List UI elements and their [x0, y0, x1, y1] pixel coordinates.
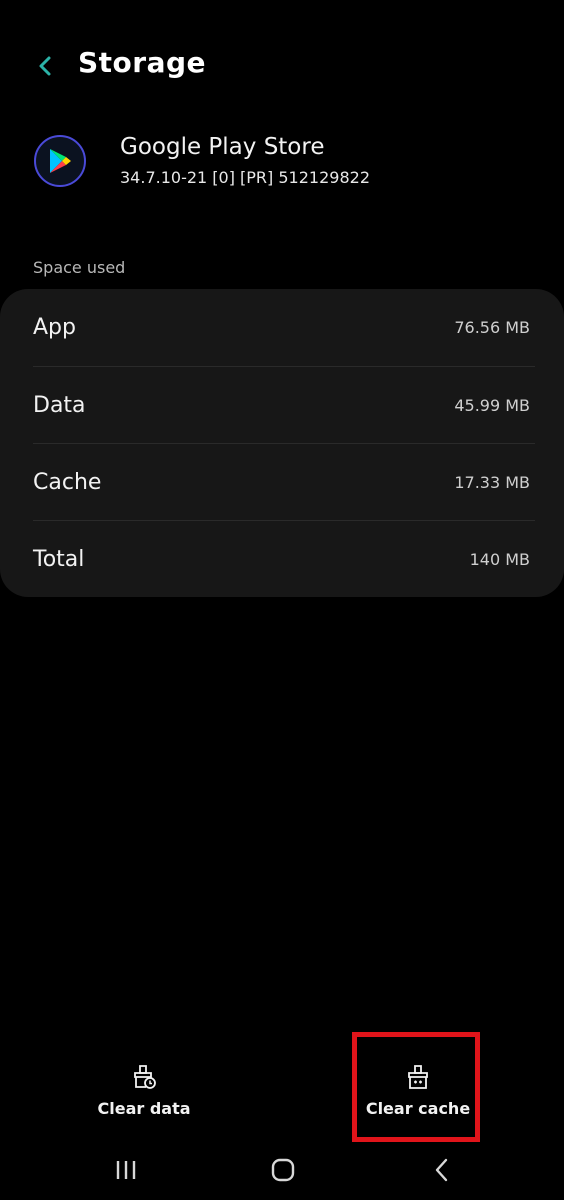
- row-value: 17.33 MB: [454, 472, 530, 492]
- app-version: 34.7.10-21 [0] [PR] 512129822: [120, 168, 370, 187]
- app-name: Google Play Store: [120, 134, 325, 160]
- google-play-icon: [34, 135, 86, 187]
- home-icon: [271, 1158, 295, 1182]
- clear-data-label: Clear data: [97, 1098, 191, 1118]
- recents-icon: [116, 1161, 136, 1179]
- app-bar: Storage: [0, 0, 564, 130]
- row-label: App: [33, 314, 76, 340]
- recents-button[interactable]: [104, 1150, 148, 1190]
- row-value: 76.56 MB: [454, 317, 530, 337]
- space-used-label: Space used: [33, 258, 126, 277]
- back-button[interactable]: [28, 46, 64, 86]
- back-icon: [435, 1158, 448, 1182]
- row-label: Data: [33, 392, 86, 418]
- row-value: 45.99 MB: [454, 395, 530, 415]
- row-value: 140 MB: [469, 549, 530, 569]
- home-button[interactable]: [261, 1150, 305, 1190]
- highlight-box: [352, 1032, 480, 1142]
- storage-card: App 76.56 MB Data 45.99 MB Cache 17.33 M…: [0, 289, 564, 597]
- navigation-bar: [0, 1140, 564, 1200]
- chevron-left-icon: [39, 56, 51, 76]
- back-nav-button[interactable]: [420, 1150, 464, 1190]
- storage-row-data: Data 45.99 MB: [0, 367, 564, 443]
- row-label: Total: [33, 546, 85, 572]
- clear-data-icon: [134, 1064, 156, 1089]
- row-label: Cache: [33, 469, 102, 495]
- page-title: Storage: [78, 46, 207, 79]
- app-info: Google Play Store 34.7.10-21 [0] [PR] 51…: [0, 130, 564, 210]
- storage-row-total: Total 140 MB: [0, 521, 564, 597]
- storage-row-cache: Cache 17.33 MB: [0, 444, 564, 520]
- clear-data-button[interactable]: Clear data: [88, 1040, 200, 1140]
- storage-row-app: App 76.56 MB: [0, 289, 564, 365]
